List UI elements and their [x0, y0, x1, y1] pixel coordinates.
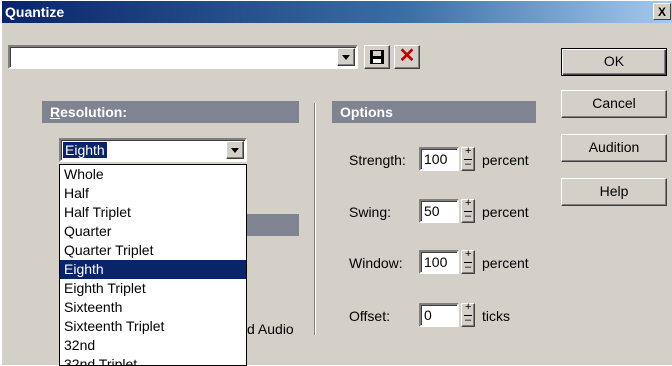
resolution-option[interactable]: 32nd Triplet [60, 355, 246, 365]
chevron-down-icon[interactable] [337, 48, 355, 66]
resolution-selected: Eighth [62, 141, 108, 159]
resolution-option[interactable]: Quarter Triplet [60, 241, 246, 260]
preset-combo[interactable] [8, 45, 358, 69]
offset-unit: ticks [482, 308, 510, 324]
cancel-button[interactable]: Cancel [561, 90, 667, 118]
offset-field[interactable]: 0 [419, 303, 459, 327]
strength-field[interactable]: 100 [419, 147, 459, 171]
window-label: Window: [349, 255, 403, 271]
swing-unit: percent [482, 204, 529, 220]
close-button[interactable]: X [653, 3, 671, 20]
resolution-option[interactable]: Half Triplet [60, 203, 246, 222]
resolution-header: Resolution: [42, 101, 299, 123]
offset-spinner[interactable] [461, 301, 475, 327]
spinner-divider [464, 159, 472, 160]
save-preset-button[interactable] [364, 45, 390, 69]
strength-unit: percent [482, 152, 529, 168]
swing-label: Swing: [349, 204, 392, 220]
title-bar: Quantize X [2, 1, 672, 23]
dialog-title: Quantize [5, 4, 65, 20]
resolution-option[interactable]: Quarter [60, 222, 246, 241]
resolution-option[interactable]: Eighth Triplet [60, 279, 246, 298]
offset-label: Offset: [349, 308, 390, 324]
window-field[interactable]: 100 [419, 250, 459, 274]
resolution-option[interactable]: Sixteenth Triplet [60, 317, 246, 336]
resolution-header-text: esolution: [60, 104, 128, 120]
save-icon [370, 50, 384, 64]
resolution-option[interactable]: Sixteenth [60, 298, 246, 317]
help-button[interactable]: Help [561, 178, 667, 206]
resolution-dropdown-list[interactable]: Whole Half Half Triplet Quarter Quarter Trip… [59, 164, 247, 366]
resolution-option[interactable]: Half [60, 184, 246, 203]
window-spinner[interactable] [461, 248, 475, 274]
spinner-divider [464, 211, 472, 212]
section-header-partial [247, 214, 299, 236]
chevron-down-icon[interactable] [226, 141, 244, 159]
delete-preset-button[interactable]: ✕ [394, 45, 420, 69]
resolution-header-accel: R [50, 104, 61, 120]
swing-spinner[interactable] [461, 197, 475, 223]
delete-icon: ✕ [398, 45, 416, 67]
quantize-dialog: Quantize X ✕ OK Cancel Audition Help Res… [0, 0, 672, 366]
audition-button[interactable]: Audition [561, 134, 667, 162]
ok-button[interactable]: OK [561, 48, 667, 76]
swing-field[interactable]: 50 [419, 199, 459, 223]
spinner-divider [464, 262, 472, 263]
resolution-option[interactable]: 32nd [60, 336, 246, 355]
audio-label-partial: d Audio [247, 321, 294, 337]
resolution-option[interactable]: Eighth [60, 260, 246, 279]
options-header: Options [332, 101, 536, 123]
strength-spinner[interactable] [461, 145, 475, 171]
vertical-divider [314, 103, 316, 335]
window-unit: percent [482, 255, 529, 271]
strength-label: Strength: [349, 152, 406, 168]
resolution-combo[interactable]: Eighth [59, 138, 247, 162]
spinner-divider [464, 315, 472, 316]
resolution-option[interactable]: Whole [60, 165, 246, 184]
